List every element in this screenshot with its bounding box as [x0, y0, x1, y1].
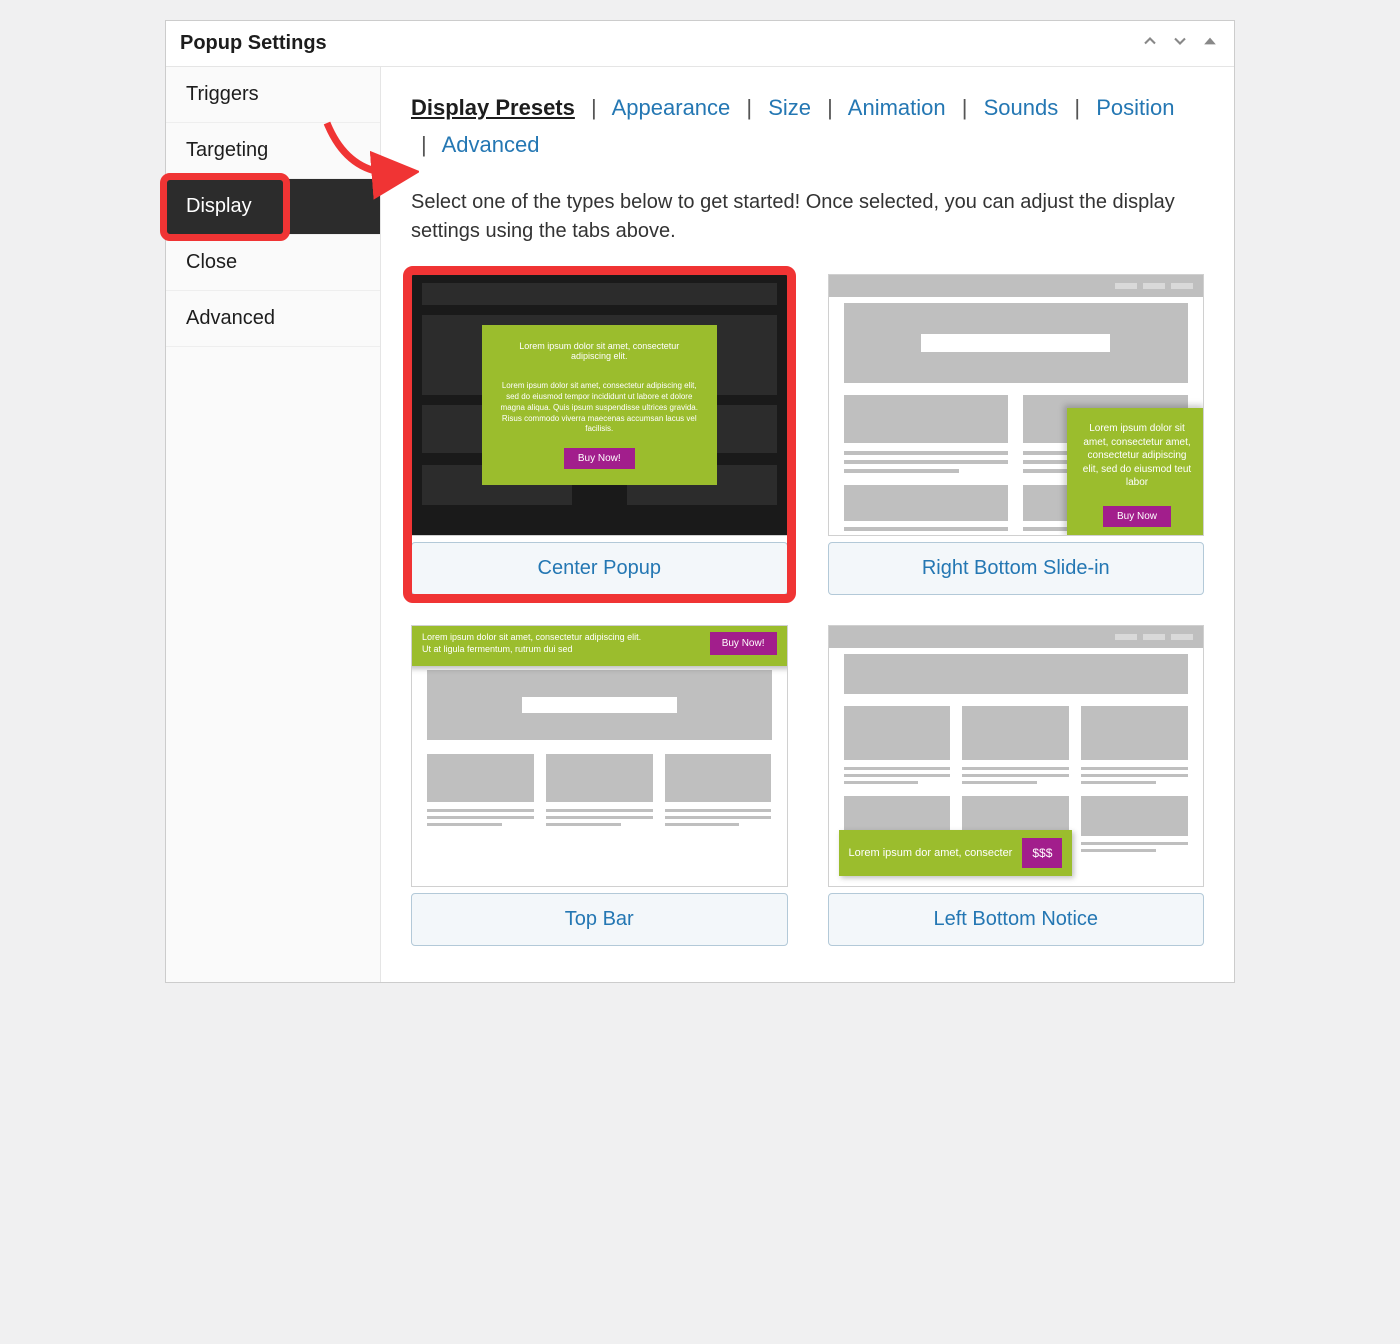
- preset-preview: Lorem ipsum dolor sit amet, consectetur …: [828, 274, 1205, 536]
- preset-label-button[interactable]: Left Bottom Notice: [828, 893, 1205, 946]
- chevron-down-icon[interactable]: [1170, 31, 1190, 56]
- preset-center-popup[interactable]: Lorem ipsum dolor sit amet, consectetur …: [411, 274, 788, 595]
- sidebar-item-close[interactable]: Close: [166, 235, 380, 291]
- sidebar-item-label: Targeting: [186, 139, 268, 161]
- settings-sidebar: Triggers Targeting Display Close Advance…: [166, 67, 381, 982]
- sidebar-item-targeting[interactable]: Targeting: [166, 123, 380, 179]
- tab-sounds[interactable]: Sounds: [984, 95, 1059, 120]
- preview-price-icon: $$$: [1022, 838, 1062, 868]
- preset-label-button[interactable]: Right Bottom Slide-in: [828, 542, 1205, 595]
- popup-settings-panel: Popup Settings Triggers Targeting Displa: [165, 20, 1235, 983]
- preset-label-button[interactable]: Center Popup: [411, 542, 788, 595]
- panel-header: Popup Settings: [166, 21, 1234, 67]
- display-subtabs: Display Presets | Appearance | Size | An…: [411, 89, 1204, 164]
- preview-body: Lorem ipsum dolor sit amet, consectetur …: [500, 381, 699, 435]
- preview-heading: Lorem ipsum dolor sit amet, consectetur …: [500, 341, 699, 361]
- preset-preview: Lorem ipsum dor amet, consecter $$$: [828, 625, 1205, 887]
- tab-animation[interactable]: Animation: [848, 95, 946, 120]
- sidebar-item-label: Advanced: [186, 307, 275, 329]
- preset-label-button[interactable]: Top Bar: [411, 893, 788, 946]
- preview-line1: Lorem ipsum dolor sit amet, consectetur …: [422, 632, 641, 644]
- preview-body: Lorem ipsum dor amet, consecter: [849, 846, 1013, 860]
- panel-title: Popup Settings: [180, 32, 327, 55]
- preset-left-bottom-notice[interactable]: Lorem ipsum dor amet, consecter $$$ Left…: [828, 625, 1205, 946]
- sidebar-item-label: Triggers: [186, 83, 259, 105]
- tab-display-presets[interactable]: Display Presets: [411, 95, 575, 120]
- tab-appearance[interactable]: Appearance: [612, 95, 731, 120]
- panel-body: Triggers Targeting Display Close Advance…: [166, 67, 1234, 982]
- sidebar-item-triggers[interactable]: Triggers: [166, 67, 380, 123]
- preset-preview: Lorem ipsum dolor sit amet, consectetur …: [411, 274, 788, 536]
- preview-buy-button: Buy Now!: [710, 632, 777, 655]
- chevron-up-icon[interactable]: [1140, 31, 1160, 56]
- collapse-icon[interactable]: [1200, 31, 1220, 56]
- tab-advanced[interactable]: Advanced: [442, 132, 540, 157]
- preview-buy-button: Buy Now: [1103, 506, 1171, 527]
- tab-position[interactable]: Position: [1096, 95, 1174, 120]
- preview-buy-button: Buy Now!: [564, 448, 635, 469]
- preset-right-bottom-slidein[interactable]: Lorem ipsum dolor sit amet, consectetur …: [828, 274, 1205, 595]
- preview-body: Lorem ipsum dolor sit amet, consectetur …: [1079, 422, 1195, 490]
- preset-description: Select one of the types below to get sta…: [411, 188, 1204, 246]
- preset-preview: Lorem ipsum dolor sit amet, consectetur …: [411, 625, 788, 887]
- content-area: Display Presets | Appearance | Size | An…: [381, 67, 1234, 982]
- sidebar-item-label: Close: [186, 251, 237, 273]
- sidebar-item-advanced[interactable]: Advanced: [166, 291, 380, 347]
- sidebar-item-label: Display: [186, 195, 252, 217]
- sidebar-item-display[interactable]: Display: [166, 179, 380, 235]
- preset-grid: Lorem ipsum dolor sit amet, consectetur …: [411, 274, 1204, 946]
- tab-size[interactable]: Size: [768, 95, 811, 120]
- preset-top-bar[interactable]: Lorem ipsum dolor sit amet, consectetur …: [411, 625, 788, 946]
- preview-line2: Ut at ligula fermentum, rutrum dui sed: [422, 644, 641, 656]
